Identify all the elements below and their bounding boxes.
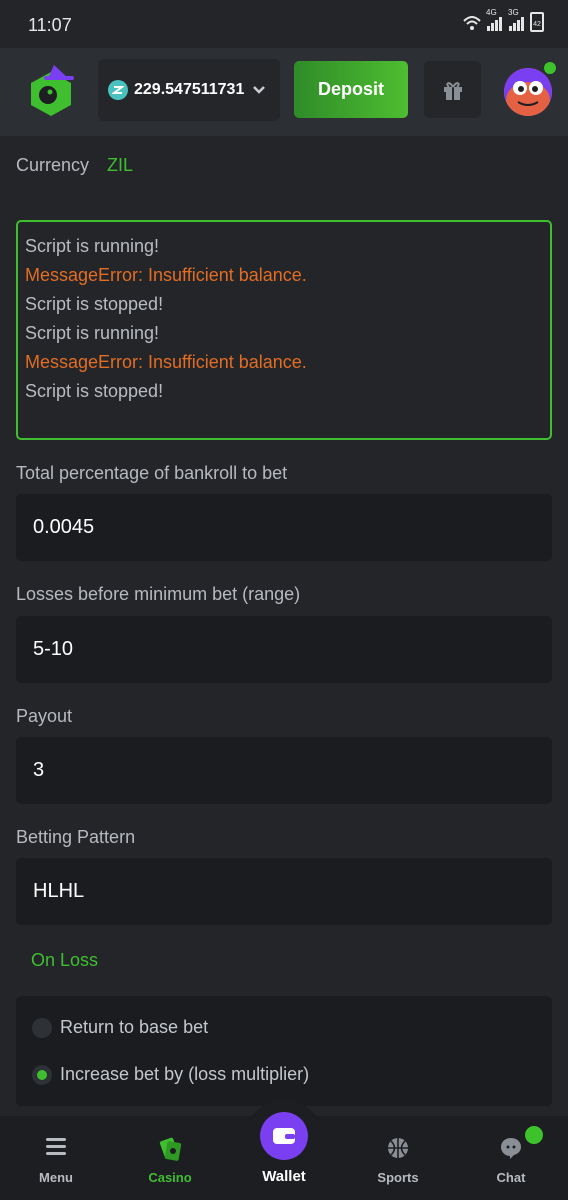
radio-label: Return to base bet — [60, 1017, 209, 1037]
bankroll-label: Total percentage of bankroll to bet — [16, 463, 288, 483]
casino-cards-icon — [159, 1137, 182, 1161]
log-line: Script is running! — [25, 323, 160, 343]
wallet-button[interactable] — [260, 1112, 308, 1160]
radio-label: Increase bet by (loss multiplier) — [60, 1064, 310, 1084]
network-label-1: 4G — [486, 8, 497, 17]
payout-label: Payout — [16, 706, 73, 726]
radio-on-icon — [32, 1064, 52, 1085]
nav-wallet-label[interactable]: Wallet — [234, 1168, 334, 1185]
pattern-label: Betting Pattern — [16, 827, 136, 847]
bc-logo-icon[interactable] — [26, 62, 76, 118]
network-label-2: 3G — [508, 8, 519, 17]
status-icons: 4G 3G 42 — [462, 8, 544, 32]
currency-value: ZIL — [107, 155, 134, 175]
log-line: Script is stopped! — [25, 294, 164, 314]
nav-sports[interactable]: Sports — [348, 1116, 448, 1200]
log-line-error: MessageError: Insufficient balance. — [25, 265, 307, 285]
nav-menu-label: Menu — [39, 1170, 73, 1185]
battery-level: 42 — [533, 21, 541, 28]
chat-icon — [501, 1138, 521, 1159]
basketball-icon — [388, 1138, 408, 1158]
gift-icon — [443, 81, 462, 100]
chat-notification-dot — [525, 1126, 543, 1144]
zil-coin-icon — [108, 80, 128, 100]
losses-input[interactable]: 5-10 — [16, 616, 552, 683]
avatar[interactable] — [504, 68, 552, 116]
currency-label: Currency — [16, 155, 90, 175]
losses-label: Losses before minimum bet (range) — [16, 584, 301, 604]
log-line: Script is running! — [25, 236, 160, 256]
battery-icon: 42 — [530, 12, 544, 32]
menu-icon — [46, 1138, 66, 1155]
nav-chat-label: Chat — [496, 1170, 526, 1185]
top-header: 229.547511731 Deposit — [0, 48, 568, 136]
script-log[interactable]: Script is running! MessageError: Insuffi… — [16, 220, 552, 440]
monster-avatar-icon — [504, 68, 552, 116]
wallet-icon — [273, 1128, 295, 1144]
radio-return-base[interactable]: Return to base bet — [32, 1017, 208, 1038]
on-loss-title: On Loss — [31, 950, 99, 970]
nav-menu[interactable]: Menu — [6, 1116, 106, 1200]
online-indicator — [542, 60, 558, 76]
chevron-down-icon — [253, 86, 266, 94]
log-line-error: MessageError: Insufficient balance. — [25, 352, 307, 372]
nav-sports-label: Sports — [377, 1170, 419, 1185]
status-time: 11:07 — [28, 15, 72, 35]
payout-input[interactable]: 3 — [16, 737, 552, 804]
nav-casino-label: Casino — [148, 1170, 192, 1185]
balance-selector[interactable]: 229.547511731 — [98, 59, 280, 121]
radio-off-icon — [32, 1017, 52, 1038]
status-bar: 11:07 4G 3G 42 — [0, 0, 568, 48]
log-line: Script is stopped! — [25, 381, 164, 401]
nav-chat[interactable]: Chat — [461, 1116, 561, 1200]
pattern-input[interactable]: HLHL — [16, 858, 552, 925]
wifi-icon — [463, 16, 481, 30]
bankroll-input[interactable]: 0.0045 — [16, 494, 552, 561]
nav-casino[interactable]: Casino — [120, 1116, 220, 1200]
currency-row: Currency ZIL — [16, 155, 133, 176]
deposit-button[interactable]: Deposit — [294, 61, 408, 118]
radio-increase-bet[interactable]: Increase bet by (loss multiplier) — [32, 1064, 309, 1085]
balance-amount: 229.547511731 — [134, 81, 245, 98]
gift-button[interactable] — [424, 61, 481, 118]
on-loss-options: Return to base bet Increase bet by (loss… — [16, 996, 552, 1106]
